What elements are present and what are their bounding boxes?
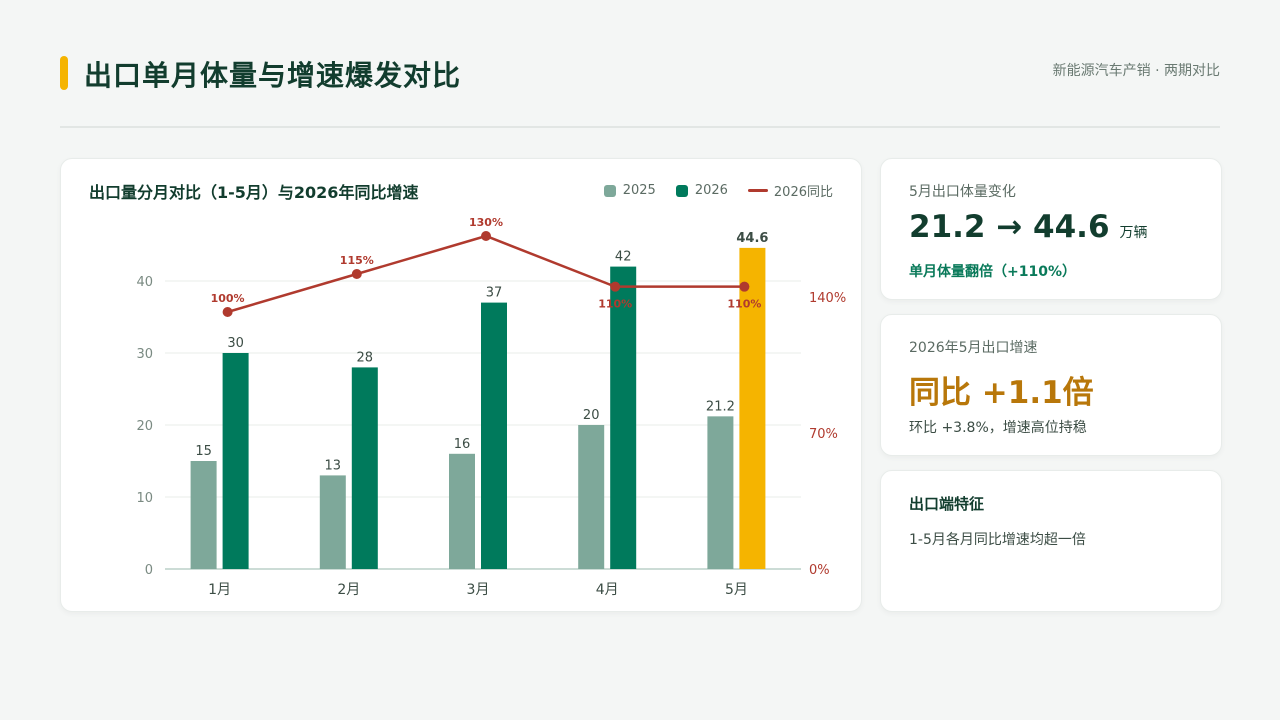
bar-2025 [578, 425, 605, 569]
bar-2026 [351, 367, 378, 569]
volume-note: 单月体量翻倍（+110%） [909, 264, 1076, 280]
x-tick-label: 1月 [208, 582, 231, 598]
bar-2026 [610, 266, 637, 569]
x-tick-label: 5月 [725, 582, 748, 598]
data-label-2025: 20 [583, 408, 600, 423]
bar-2025 [319, 475, 346, 569]
header-divider [60, 126, 1220, 128]
data-label-2025: 16 [454, 437, 471, 452]
growth-note: 环比 +3.8%，增速高位持稳 [909, 420, 1087, 436]
bar-2025 [707, 416, 734, 569]
data-label-2025: 13 [325, 458, 342, 473]
bar-2026 [222, 353, 249, 569]
bar-2025 [449, 453, 475, 569]
y-tick-label: 20 [136, 419, 153, 434]
data-label-2025: 21.2 [706, 399, 735, 414]
volume-unit: 万辆 [1119, 225, 1148, 241]
yoy-label: 100% [211, 292, 245, 305]
feature-text: 1-5月各月同比增速均超一倍 [909, 532, 1086, 548]
yoy-label: 130% [469, 216, 503, 229]
yoy-point [739, 281, 750, 292]
yoy-label: 110% [727, 298, 761, 311]
data-label-2026: 37 [486, 286, 503, 301]
chart-plot: 0 10 20 30 40 0% 70% 140% 1月 15 30 2月 13 28 3月 16 37 4月 20… [136, 216, 846, 598]
growth-value: 同比 +1.1倍 [909, 375, 1094, 411]
chart-card: 出口量分月对比（1-5月）与2026年同比增速 2025 2026 2026同比… [60, 158, 862, 612]
data-label-2026: 42 [615, 250, 632, 265]
title-accent-bar [60, 56, 68, 90]
yoy-point [481, 231, 491, 241]
data-label-2026: 28 [357, 350, 374, 365]
y-tick-label: 30 [136, 347, 153, 362]
data-label-2026: 44.6 [736, 231, 768, 246]
yoy-point [222, 307, 233, 317]
x-tick-label: 2月 [337, 582, 360, 598]
page-subtitle: 新能源汽车产销 · 两期对比 [1052, 63, 1220, 79]
y-tick-label: 40 [136, 275, 153, 290]
volume-card-label: 5月出口体量变化 [909, 184, 1016, 200]
volume-value: 21.2 → 44.6 万辆 [909, 209, 1148, 245]
data-label-2025: 15 [195, 444, 212, 459]
y-tick-label: 10 [136, 491, 153, 506]
y2-tick-label: 0% [809, 563, 830, 578]
bar-2026 [481, 302, 507, 569]
y-tick-label: 0 [145, 563, 153, 578]
volume-card: 5月出口体量变化 21.2 → 44.6 万辆 单月体量翻倍（+110%） [880, 158, 1222, 300]
page-title: 出口单月体量与增速爆发对比 [84, 59, 462, 92]
bar-2025 [190, 461, 217, 569]
bar-2026 [739, 247, 766, 569]
yoy-label: 110% [598, 298, 632, 311]
x-tick-label: 3月 [467, 582, 490, 598]
data-label-2026: 30 [227, 336, 244, 351]
growth-card-label: 2026年5月出口增速 [909, 340, 1038, 356]
volume-value-text: 21.2 → 44.6 [909, 209, 1110, 245]
growth-card: 2026年5月出口增速 同比 +1.1倍 环比 +3.8%，增速高位持稳 [880, 314, 1222, 456]
x-tick-label: 4月 [596, 582, 619, 598]
yoy-point [610, 281, 621, 292]
feature-card: 出口端特征 1-5月各月同比增速均超一倍 [880, 470, 1222, 612]
feature-title: 出口端特征 [909, 495, 985, 513]
yoy-point [351, 269, 362, 279]
y2-tick-label: 140% [809, 291, 846, 306]
y2-tick-label: 70% [809, 427, 838, 442]
yoy-label: 115% [340, 254, 374, 267]
